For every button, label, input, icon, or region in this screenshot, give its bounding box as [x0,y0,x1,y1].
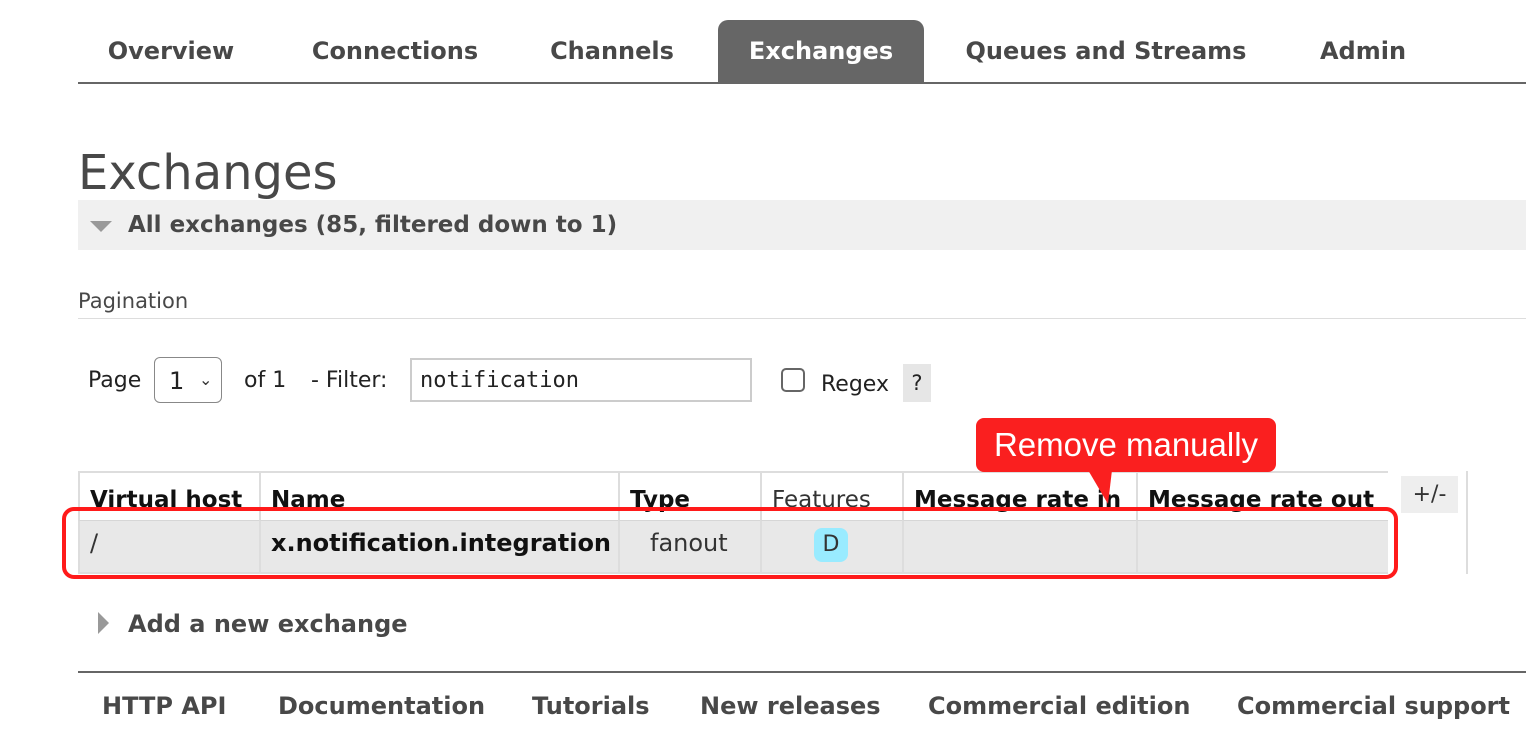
footer-link-commercial-edition[interactable]: Commercial edition [928,686,1190,726]
column-header-message-rate-out: Message rate out [1136,471,1388,520]
exchanges-table: Virtual host Name Type Features Message … [78,471,1468,574]
annotation-callout-tail [1088,470,1112,504]
collapsed-arrow-icon [98,612,109,634]
cell-features: D [760,520,902,574]
table-right-border [1466,471,1468,574]
tab-queues-and-streams[interactable]: Queues and Streams [948,20,1264,82]
footer-divider [78,671,1526,673]
tab-overview[interactable]: Overview [78,20,264,82]
page-select[interactable]: 1 ⌄ [154,357,222,403]
column-header-virtual-host: Virtual host [78,471,259,520]
tab-channels[interactable]: Channels [530,20,694,82]
regex-help-button[interactable]: ? [903,364,931,402]
annotation-callout: Remove manually [976,418,1276,472]
durable-feature-badge: D [814,528,848,562]
chevron-down-icon: ⌄ [199,370,213,389]
page-label: Page [88,368,142,393]
footer-link-tutorials[interactable]: Tutorials [532,686,650,726]
tab-exchanges[interactable]: Exchanges [718,20,924,82]
tab-connections[interactable]: Connections [288,20,502,82]
add-new-exchange-label: Add a new exchange [128,610,408,638]
cell-virtual-host: / [78,520,259,574]
exchange-name-link[interactable]: x.notification.integration [259,520,618,574]
pagination-divider [78,318,1526,319]
filter-input[interactable] [410,358,752,402]
all-exchanges-label: All exchanges (85, filtered down to 1) [128,212,618,238]
column-header-name: Name [259,471,618,520]
regex-checkbox[interactable] [781,368,805,392]
pagination-heading: Pagination [78,289,189,313]
footer-link-new-releases[interactable]: New releases [700,686,881,726]
cell-message-rate-in [902,520,1136,574]
expanded-arrow-icon [90,221,112,232]
footer-link-documentation[interactable]: Documentation [278,686,485,726]
page-title: Exchanges [78,145,338,201]
tab-admin[interactable]: Admin [1298,20,1428,82]
column-toggle-button[interactable]: +/- [1401,476,1458,513]
filter-label: - Filter: [311,368,388,393]
all-exchanges-section-toggle[interactable]: All exchanges (85, filtered down to 1) [78,200,1526,250]
cell-type: fanout [618,520,760,574]
regex-label: Regex [821,372,889,397]
page-select-value: 1 [169,367,185,395]
main-nav-tabs: Overview Connections Channels Exchanges … [78,0,1526,84]
footer-link-commercial-support[interactable]: Commercial support [1237,686,1510,726]
column-header-type: Type [618,471,760,520]
column-header-features: Features [760,471,902,520]
cell-message-rate-out [1136,520,1388,574]
page-count-label: of 1 [244,368,287,393]
footer-link-http-api[interactable]: HTTP API [102,686,226,726]
